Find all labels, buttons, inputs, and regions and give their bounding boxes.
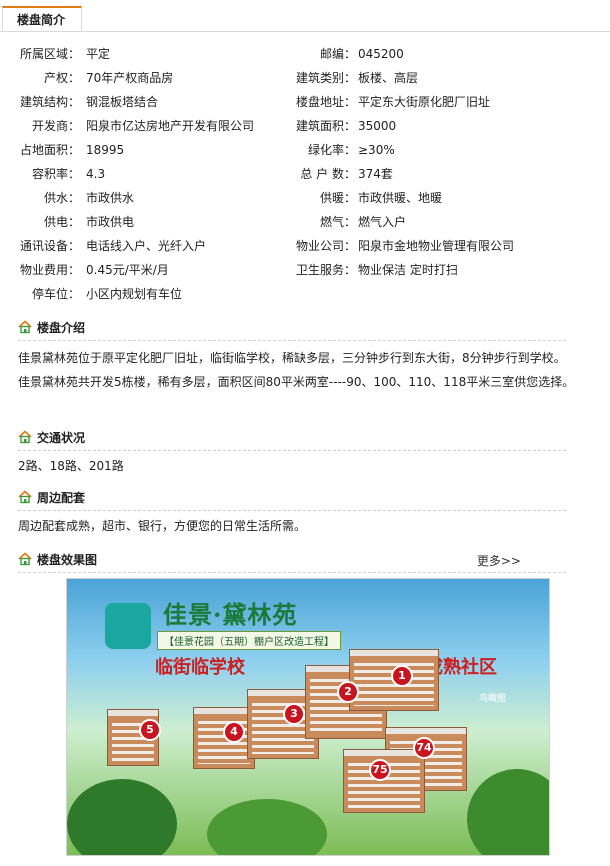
info-value: 70年产权商品房 (86, 71, 174, 85)
surroundings-text: 周边配套成熟，超市、银行，方便您的日常生活所需。 (18, 519, 307, 533)
info-label: 绿化率： (307, 143, 356, 157)
section-renderings-header: 楼盘效果图 更多>> (18, 550, 566, 573)
traffic-text: 2路、18路、201路 (18, 459, 124, 473)
info-value: ≥30% (358, 143, 395, 157)
foliage-left (67, 779, 177, 855)
info-value: 045200 (358, 47, 404, 61)
intro-line-2: 佳景黛林苑共开发5栋楼，稀有多层，面积区间80平米两室----90、100、11… (18, 375, 575, 389)
section-intro-title: 楼盘介绍 (37, 321, 86, 335)
info-value: 平定 (86, 47, 111, 61)
info-value: 电话线入户、光纤入户 (86, 239, 207, 253)
info-row: 占地面积： 18995 绿化率： ≥30% (0, 140, 610, 160)
info-row: 容积率： 4.3 总 户 数： 374套 (0, 164, 610, 184)
intro-line-1: 佳景黛林苑位于原平定化肥厂旧址，临街临学校，稀缺多层，三分钟步行到东大街，8分钟… (18, 351, 566, 365)
section-renderings-title: 楼盘效果图 (37, 553, 98, 567)
foliage-center (207, 799, 327, 855)
section-surroundings-title: 周边配套 (37, 491, 86, 505)
building-marker-74: 74 (413, 737, 435, 759)
info-value: 阳泉市金地物业管理有限公司 (358, 239, 515, 253)
info-label: 供暖： (319, 191, 356, 205)
info-row: 所属区域： 平定 邮编： 045200 (0, 44, 610, 64)
banner-slogan-left: 临街临学校 (155, 657, 245, 678)
info-value: 0.45元/平米/月 (86, 263, 169, 277)
info-label: 燃气： (319, 215, 356, 229)
building-marker-75: 75 (369, 759, 391, 781)
info-row: 建筑结构： 钢混板塔结合 楼盘地址： 平定东大街原化肥厂旧址 (0, 92, 610, 112)
foliage-right (467, 769, 549, 855)
info-label: 所属区域： (19, 47, 80, 61)
home-icon (18, 320, 32, 334)
info-label: 停车位： (31, 287, 80, 301)
info-label: 占地面积： (19, 143, 80, 157)
building-marker-4: 4 (223, 721, 245, 743)
info-label: 总 户 数： (300, 167, 356, 181)
info-value: 35000 (358, 119, 397, 133)
tab-bar: 楼盘简介 (0, 0, 610, 32)
info-label: 容积率： (31, 167, 80, 181)
info-label: 供电： (43, 215, 80, 229)
section-traffic-header: 交通状况 (18, 428, 566, 451)
info-label: 物业公司： (295, 239, 356, 253)
info-value: 市政供暖、地暖 (358, 191, 443, 205)
banner-tag: 鸟瞰图 (479, 694, 507, 704)
info-value: 物业保洁 定时打扫 (358, 263, 458, 277)
info-value: 小区内规划有车位 (86, 287, 183, 301)
info-row: 通讯设备： 电话线入户、光纤入户 物业公司： 阳泉市金地物业管理有限公司 (0, 236, 610, 256)
tab-property-intro[interactable]: 楼盘简介 (2, 6, 82, 31)
info-value: 市政供水 (86, 191, 135, 205)
info-row: 产权： 70年产权商品房 建筑类别： 板楼、高层 (0, 68, 610, 88)
info-row: 供电： 市政供电 燃气： 燃气入户 (0, 212, 610, 232)
project-logo (105, 603, 151, 649)
home-icon (18, 490, 32, 504)
banner-subtitle: 【佳景花园（五期）棚户区改造工程】 (157, 631, 341, 650)
property-rendering-image[interactable]: 佳景·黛林苑 【佳景花园（五期）棚户区改造工程】 临街临学校 成熟社区 鸟瞰图 … (66, 578, 550, 856)
home-icon (18, 552, 32, 566)
info-row: 供水： 市政供水 供暖： 市政供暖、地暖 (0, 188, 610, 208)
info-row: 物业费用： 0.45元/平米/月 卫生服务： 物业保洁 定时打扫 (0, 260, 610, 280)
info-value: 4.3 (86, 167, 106, 181)
section-intro-header: 楼盘介绍 (18, 318, 566, 341)
info-label: 建筑结构： (19, 95, 80, 109)
building-75 (343, 749, 425, 813)
info-value: 燃气入户 (358, 215, 407, 229)
info-label: 通讯设备： (19, 239, 80, 253)
info-value: 市政供电 (86, 215, 135, 229)
info-value: 18995 (86, 143, 125, 157)
info-label: 楼盘地址： (295, 95, 356, 109)
info-value: 374套 (358, 167, 393, 181)
info-label: 邮编： (319, 47, 356, 61)
info-label: 卫生服务： (295, 263, 356, 277)
more-link[interactable]: 更多>> (477, 552, 521, 569)
home-icon (18, 430, 32, 444)
info-label: 产权： (43, 71, 80, 85)
info-value: 平定东大街原化肥厂旧址 (358, 95, 491, 109)
info-value: 阳泉市亿达房地产开发有限公司 (86, 119, 255, 133)
info-label: 开发商： (31, 119, 80, 133)
banner-title: 佳景·黛林苑 (163, 600, 298, 629)
info-label: 建筑面积： (295, 119, 356, 133)
building-marker-5: 5 (139, 719, 161, 741)
info-row: 停车位： 小区内规划有车位 (0, 284, 610, 304)
intro-text: 佳景黛林苑位于原平定化肥厂旧址，临街临学校，稀缺多层，三分钟步行到东大街，8分钟… (18, 346, 598, 394)
building-marker-3: 3 (283, 703, 305, 725)
info-label: 供水： (43, 191, 80, 205)
info-value: 板楼、高层 (358, 71, 419, 85)
section-surroundings-header: 周边配套 (18, 488, 566, 511)
info-row: 开发商： 阳泉市亿达房地产开发有限公司 建筑面积： 35000 (0, 116, 610, 136)
info-value: 钢混板塔结合 (86, 95, 159, 109)
section-traffic-title: 交通状况 (37, 431, 86, 445)
info-label: 建筑类别： (295, 71, 356, 85)
building-marker-1: 1 (391, 665, 413, 687)
info-label: 物业费用： (19, 263, 80, 277)
building-marker-2: 2 (337, 681, 359, 703)
